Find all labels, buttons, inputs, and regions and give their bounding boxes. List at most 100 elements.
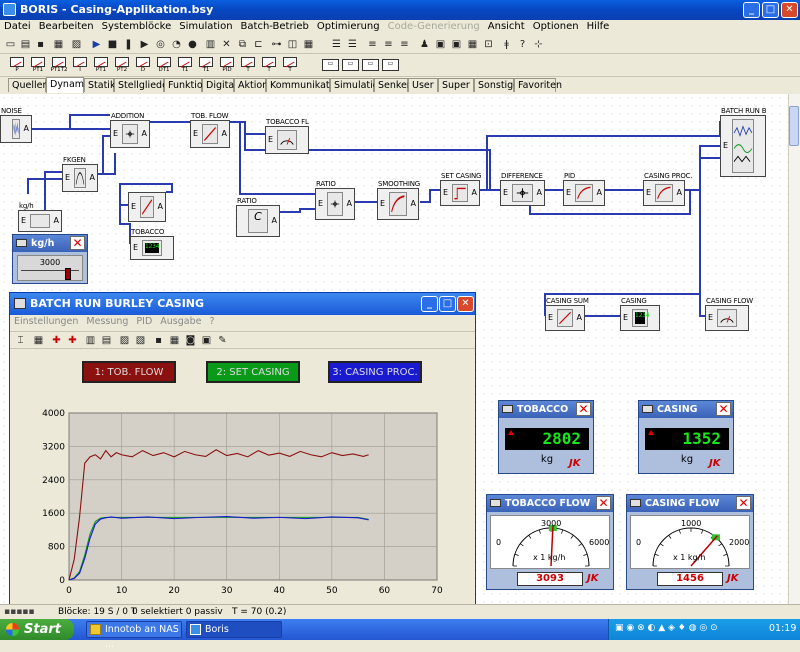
- distribute2-icon[interactable]: ≡: [382, 38, 395, 51]
- close-icon[interactable]: ✕: [70, 236, 85, 250]
- legend-entry-1[interactable]: 1: TOB. FLOW: [82, 361, 176, 383]
- close-icon[interactable]: ✕: [596, 496, 611, 510]
- canvas-vertical-scrollbar[interactable]: [788, 94, 800, 604]
- palette-block-11[interactable]: T: [239, 57, 257, 75]
- help-icon[interactable]: ?: [516, 38, 529, 51]
- paste-icon[interactable]: ⊏: [252, 38, 265, 51]
- block-casing-flow[interactable]: CASING FLOW E: [705, 297, 753, 331]
- chart-icon[interactable]: ▥: [84, 334, 97, 347]
- open-icon[interactable]: ▤: [19, 38, 32, 51]
- users-icon[interactable]: ♟: [418, 38, 431, 51]
- palette-block-7[interactable]: DT1: [155, 57, 173, 75]
- grid-icon[interactable]: ▦: [302, 38, 315, 51]
- batch-menu-item-2[interactable]: PID: [136, 316, 152, 327]
- play-icon[interactable]: ▶: [90, 38, 103, 51]
- tab-dynamik[interactable]: Dynamik: [46, 77, 92, 93]
- slider-knob[interactable]: [65, 268, 72, 280]
- palette-block-9[interactable]: T1: [197, 57, 215, 75]
- palette-block-2[interactable]: PT1T2: [50, 57, 68, 75]
- tab-kommunikation[interactable]: Kommunikation: [266, 78, 344, 92]
- save-icon[interactable]: ▪: [152, 334, 165, 347]
- block-tobacco-fl[interactable]: TOBACCO FL E: [265, 118, 309, 154]
- cut-icon[interactable]: ✕: [220, 38, 233, 51]
- menu-item-8[interactable]: Optionen: [529, 20, 583, 33]
- tab-quellen[interactable]: Quellen: [8, 78, 49, 92]
- tab-simulation[interactable]: Simulation: [330, 78, 385, 92]
- clock-icon[interactable]: ◔: [170, 38, 183, 51]
- record-icon[interactable]: ●: [186, 38, 199, 51]
- align2-icon[interactable]: ☰: [346, 38, 359, 51]
- menu-item-6[interactable]: Code-Generierung: [384, 20, 484, 33]
- block-pid[interactable]: PID E A: [563, 172, 605, 206]
- palette-block-12[interactable]: T: [260, 57, 278, 75]
- palette-func-1-icon[interactable]: ▭: [342, 59, 359, 71]
- stop-icon[interactable]: ■: [106, 38, 119, 51]
- tab-favoriten[interactable]: Favoriten: [514, 78, 562, 92]
- window2-icon[interactable]: ▣: [450, 38, 463, 51]
- edit-icon[interactable]: ✎: [216, 334, 229, 347]
- block-fkgen[interactable]: FKGEN E A: [62, 156, 98, 192]
- zoom-icon[interactable]: ◫: [286, 38, 299, 51]
- preview-icon[interactable]: ▨: [70, 38, 83, 51]
- batch-menu-item-4[interactable]: ?: [209, 316, 214, 327]
- block-batch-run[interactable]: BATCH RUN B E: [720, 107, 767, 177]
- palette-block-0[interactable]: P: [8, 57, 26, 75]
- crosshair-icon[interactable]: ✚: [66, 334, 79, 347]
- legend-entry-2[interactable]: 2: SET CASING: [206, 361, 300, 383]
- print-icon[interactable]: ▦: [52, 38, 65, 51]
- block-kg-h[interactable]: kg/h E A: [18, 202, 62, 232]
- lock-icon[interactable]: ⊡: [482, 38, 495, 51]
- menu-item-3[interactable]: Simulation: [175, 20, 236, 33]
- palette-block-13[interactable]: T: [281, 57, 299, 75]
- block-addition[interactable]: ADDITION E A: [110, 112, 150, 148]
- maximize-button[interactable]: □: [439, 296, 456, 312]
- block-casing-sum[interactable]: CASING SUM E A: [545, 297, 589, 331]
- step-icon[interactable]: ▶: [138, 38, 151, 51]
- menu-item-9[interactable]: Hilfe: [583, 20, 614, 33]
- palette-block-8[interactable]: T1: [176, 57, 194, 75]
- block-casing-proc[interactable]: CASING PROC. E A: [643, 172, 693, 206]
- tab-aktion[interactable]: Aktion: [234, 78, 268, 92]
- pause-icon[interactable]: ❚: [122, 38, 135, 51]
- plot-icon[interactable]: ▥: [204, 38, 217, 51]
- slider-track[interactable]: 3000: [17, 255, 83, 281]
- menu-item-7[interactable]: Ansicht: [484, 20, 529, 33]
- close-icon[interactable]: ✕: [576, 402, 591, 416]
- tab-statik[interactable]: Statik: [84, 78, 115, 92]
- legend-entry-3[interactable]: 3: CASING PROC.: [328, 361, 422, 383]
- new-icon[interactable]: ▭: [4, 38, 17, 51]
- chart2-icon[interactable]: ▤: [100, 334, 113, 347]
- block-ratio-sum[interactable]: RATIO E A: [315, 180, 355, 220]
- palette-func-2-icon[interactable]: ▭: [362, 59, 379, 71]
- palette-func-3-icon[interactable]: ▭: [382, 59, 399, 71]
- menu-item-5[interactable]: Optimierung: [313, 20, 384, 33]
- table-icon[interactable]: ▦: [466, 38, 479, 51]
- block-tob-flow[interactable]: TOB. FLOW E A: [190, 112, 230, 148]
- context-help-icon[interactable]: ⊹: [532, 38, 545, 51]
- block-tobacco[interactable]: TOBACCO E 1234: [130, 228, 174, 260]
- tab-user[interactable]: User: [408, 78, 438, 92]
- task-innotob[interactable]: Innotob an NAS ...: [86, 621, 182, 650]
- settings-icon[interactable]: ▣: [200, 334, 213, 347]
- batch-menu-item-0[interactable]: Einstellungen: [14, 316, 78, 327]
- block-ratio-const[interactable]: RATIO A C: [236, 197, 280, 237]
- close-icon[interactable]: ✕: [736, 496, 751, 510]
- distribute-icon[interactable]: ≡: [366, 38, 379, 51]
- align-icon[interactable]: ☰: [330, 38, 343, 51]
- menu-item-0[interactable]: Datei: [0, 20, 35, 33]
- plot-icon[interactable]: ⌶: [14, 334, 27, 347]
- kgh-slider-widget[interactable]: kg/h ✕ 3000: [12, 234, 88, 284]
- palette-func-0-icon[interactable]: ▭: [322, 59, 339, 71]
- pin-icon[interactable]: ǂ: [500, 38, 513, 51]
- tab-super[interactable]: Super: [438, 78, 474, 92]
- batch-menu-item-3[interactable]: Ausgabe: [160, 316, 201, 327]
- close-icon[interactable]: ✕: [716, 402, 731, 416]
- cursor-icon[interactable]: ✚: [50, 334, 63, 347]
- menu-item-2[interactable]: Systemblöcke: [98, 20, 176, 33]
- block-tobacco-grad[interactable]: EA: [128, 192, 166, 222]
- link-icon[interactable]: ⊶: [270, 38, 283, 51]
- menu-item-4[interactable]: Batch-Betrieb: [237, 20, 313, 33]
- save-icon[interactable]: ▪: [34, 38, 47, 51]
- maximize-button[interactable]: □: [762, 2, 779, 18]
- scrollbar-thumb[interactable]: [789, 106, 799, 146]
